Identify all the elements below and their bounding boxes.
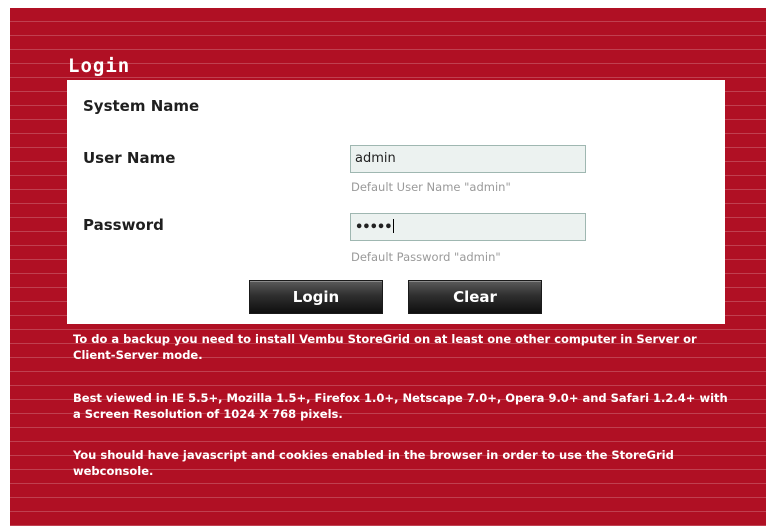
- password-label: Password: [83, 216, 164, 234]
- username-hint: Default User Name "admin": [351, 180, 511, 194]
- password-value: •••••: [355, 220, 393, 235]
- info-javascript-note: You should have javascript and cookies e…: [73, 448, 674, 478]
- password-hint: Default Password "admin": [351, 250, 501, 264]
- login-form: [67, 80, 725, 324]
- info-browser-note: Best viewed in IE 5.5+, Mozilla 1.5+, Fi…: [73, 391, 728, 421]
- password-input[interactable]: •••••: [350, 213, 586, 241]
- username-input[interactable]: admin: [350, 145, 586, 173]
- username-value: admin: [355, 151, 396, 166]
- clear-button[interactable]: Clear: [408, 280, 542, 314]
- username-label: User Name: [83, 149, 176, 167]
- text-caret: [392, 219, 394, 233]
- login-button[interactable]: Login: [249, 280, 383, 314]
- login-title: Login: [68, 55, 131, 77]
- system-name-label: System Name: [83, 97, 200, 115]
- info-install-note: To do a backup you need to install Vembu…: [73, 332, 697, 362]
